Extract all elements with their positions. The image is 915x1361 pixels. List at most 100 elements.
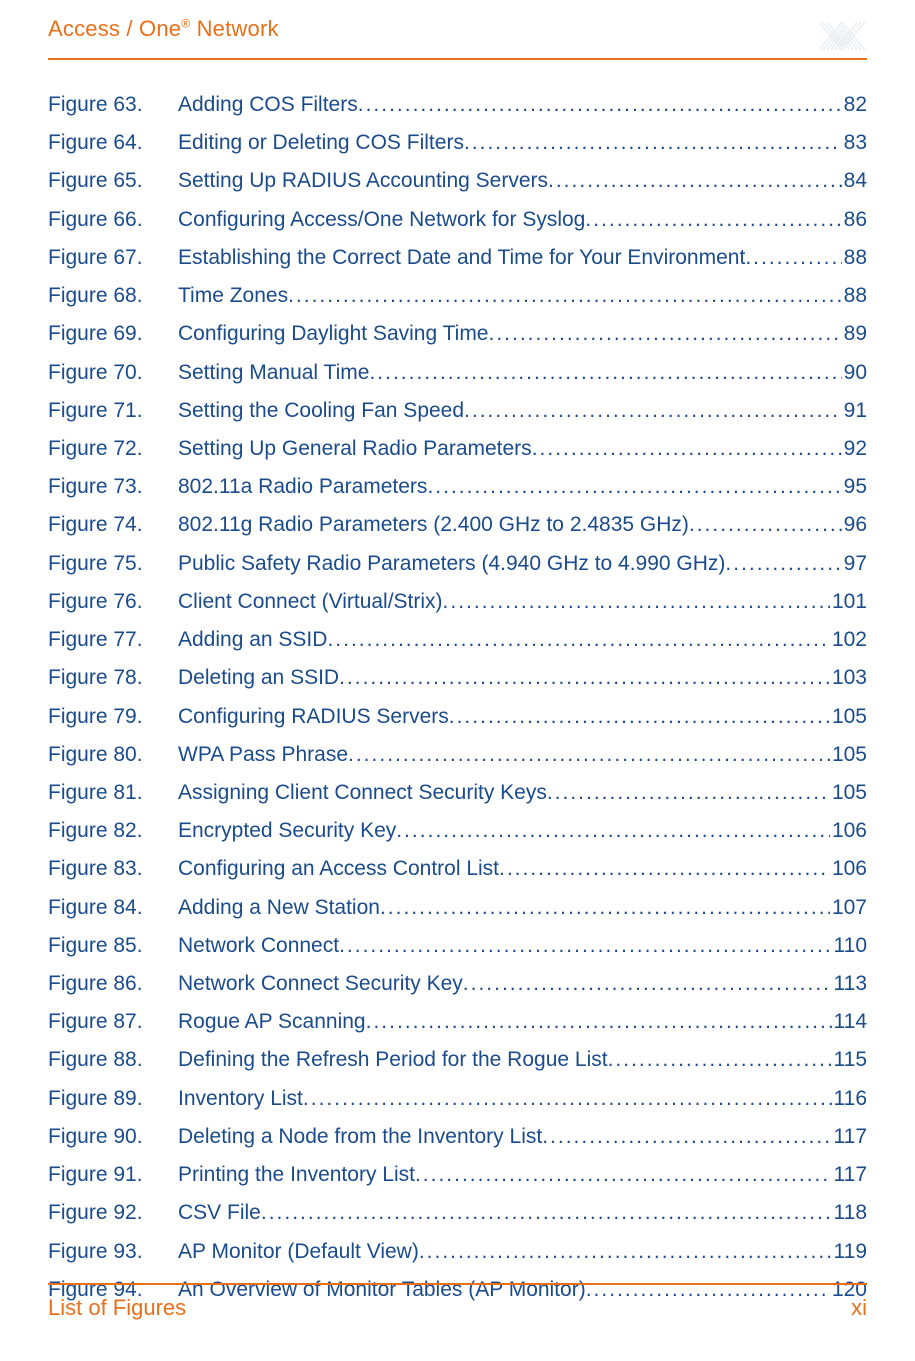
figure-title: AP Monitor (Default View) [178,1233,419,1271]
figure-entry[interactable]: Figure 85.Network Connect110 [48,927,867,965]
figure-title: WPA Pass Phrase [178,736,348,774]
figure-entry[interactable]: Figure 83.Configuring an Access Control … [48,850,867,888]
figure-entry[interactable]: Figure 92.CSV File118 [48,1194,867,1232]
figure-label: Figure 71. [48,392,178,430]
figure-title: Encrypted Security Key [178,812,396,850]
figure-page-number: 88 [842,239,867,277]
figure-title: Adding an SSID [178,621,327,659]
leader-dots [303,1080,832,1118]
figure-entry[interactable]: Figure 70.Setting Manual Time90 [48,354,867,392]
figure-page-number: 101 [830,583,867,621]
figure-entry[interactable]: Figure 76.Client Connect (Virtual/Strix)… [48,583,867,621]
figure-label: Figure 68. [48,277,178,315]
figure-title: Public Safety Radio Parameters (4.940 GH… [178,545,725,583]
figure-page-number: 89 [842,315,867,353]
leader-dots [443,583,830,621]
figure-label: Figure 67. [48,239,178,277]
leader-dots [725,545,841,583]
figure-entry[interactable]: Figure 87.Rogue AP Scanning114 [48,1003,867,1041]
figure-title: Configuring Access/One Network for Syslo… [178,201,585,239]
leader-dots [415,1156,832,1194]
figure-page-number: 82 [842,86,867,124]
page-header: Access / One® Network [48,16,867,60]
figure-page-number: 117 [832,1118,867,1156]
figure-title: Inventory List [178,1080,303,1118]
figure-title: Defining the Refresh Period for the Rogu… [178,1041,608,1079]
footer-section: List of Figures [48,1295,186,1321]
figure-label: Figure 73. [48,468,178,506]
figure-page-number: 116 [832,1080,867,1118]
figure-title: CSV File [178,1194,261,1232]
figure-label: Figure 76. [48,583,178,621]
figure-entry[interactable]: Figure 78.Deleting an SSID 103 [48,659,867,697]
figure-title: Setting Up RADIUS Accounting Servers [178,162,548,200]
figure-entry[interactable]: Figure 88.Defining the Refresh Period fo… [48,1041,867,1079]
figure-entry[interactable]: Figure 66.Configuring Access/One Network… [48,201,867,239]
figure-entry[interactable]: Figure 79.Configuring RADIUS Servers105 [48,698,867,736]
figure-entry[interactable]: Figure 81.Assigning Client Connect Secur… [48,774,867,812]
leader-dots [396,812,830,850]
figure-title: Setting Up General Radio Parameters [178,430,532,468]
leader-dots [339,659,830,697]
figure-entry[interactable]: Figure 82.Encrypted Security Key 106 [48,812,867,850]
figure-page-number: 103 [830,659,867,697]
figure-label: Figure 78. [48,659,178,697]
figure-entry[interactable]: Figure 67.Establishing the Correct Date … [48,239,867,277]
leader-dots [689,506,842,544]
figure-label: Figure 82. [48,812,178,850]
figure-page-number: 106 [830,812,867,850]
leader-dots [288,277,842,315]
figure-entry[interactable]: Figure 65.Setting Up RADIUS Accounting S… [48,162,867,200]
figure-entry[interactable]: Figure 64.Editing or Deleting COS Filter… [48,124,867,162]
figure-title: Establishing the Correct Date and Time f… [178,239,745,277]
figure-entry[interactable]: Figure 89.Inventory List116 [48,1080,867,1118]
figure-entry[interactable]: Figure 75.Public Safety Radio Parameters… [48,545,867,583]
leader-dots [427,468,841,506]
figure-label: Figure 93. [48,1233,178,1271]
figure-entry[interactable]: Figure 77.Adding an SSID102 [48,621,867,659]
figure-entry[interactable]: Figure 80.WPA Pass Phrase105 [48,736,867,774]
figure-label: Figure 75. [48,545,178,583]
leader-dots [449,698,830,736]
brand-logo-icon [817,16,867,52]
figure-label: Figure 88. [48,1041,178,1079]
figure-label: Figure 69. [48,315,178,353]
figure-title: Deleting an SSID [178,659,339,697]
footer-page-number: xi [851,1295,867,1321]
figure-label: Figure 92. [48,1194,178,1232]
figure-entry[interactable]: Figure 63.Adding COS Filters82 [48,86,867,124]
figure-entry[interactable]: Figure 74.802.11g Radio Parameters (2.40… [48,506,867,544]
figure-entry[interactable]: Figure 93.AP Monitor (Default View)119 [48,1233,867,1271]
figure-entry[interactable]: Figure 72.Setting Up General Radio Param… [48,430,867,468]
figure-entry[interactable]: Figure 86.Network Connect Security Key11… [48,965,867,1003]
figure-title: Editing or Deleting COS Filters [178,124,464,162]
header-title-prefix: Access / One [48,16,181,41]
figure-title: Configuring Daylight Saving Time [178,315,489,353]
figure-page-number: 105 [830,698,867,736]
figure-entry[interactable]: Figure 91.Printing the Inventory List117 [48,1156,867,1194]
leader-dots [327,621,830,659]
figure-entry[interactable]: Figure 68.Time Zones88 [48,277,867,315]
leader-dots [463,965,832,1003]
figure-label: Figure 80. [48,736,178,774]
figure-entry[interactable]: Figure 84.Adding a New Station107 [48,889,867,927]
figure-label: Figure 84. [48,889,178,927]
header-title-suffix: Network [190,16,278,41]
figure-entry[interactable]: Figure 73.802.11a Radio Parameters95 [48,468,867,506]
leader-dots [489,315,842,353]
figure-label: Figure 87. [48,1003,178,1041]
figure-entry[interactable]: Figure 71.Setting the Cooling Fan Speed9… [48,392,867,430]
figure-title: Client Connect (Virtual/Strix) [178,583,443,621]
figure-title: 802.11g Radio Parameters (2.400 GHz to 2… [178,506,689,544]
figure-title: Printing the Inventory List [178,1156,415,1194]
figure-title: 802.11a Radio Parameters [178,468,427,506]
figure-entry[interactable]: Figure 69.Configuring Daylight Saving Ti… [48,315,867,353]
figure-page-number: 90 [842,354,867,392]
figure-page-number: 96 [842,506,867,544]
leader-dots [261,1194,832,1232]
leader-dots [585,201,841,239]
figure-label: Figure 70. [48,354,178,392]
figure-title: Configuring an Access Control List [178,850,499,888]
figure-entry[interactable]: Figure 90.Deleting a Node from the Inven… [48,1118,867,1156]
figure-page-number: 106 [830,850,867,888]
